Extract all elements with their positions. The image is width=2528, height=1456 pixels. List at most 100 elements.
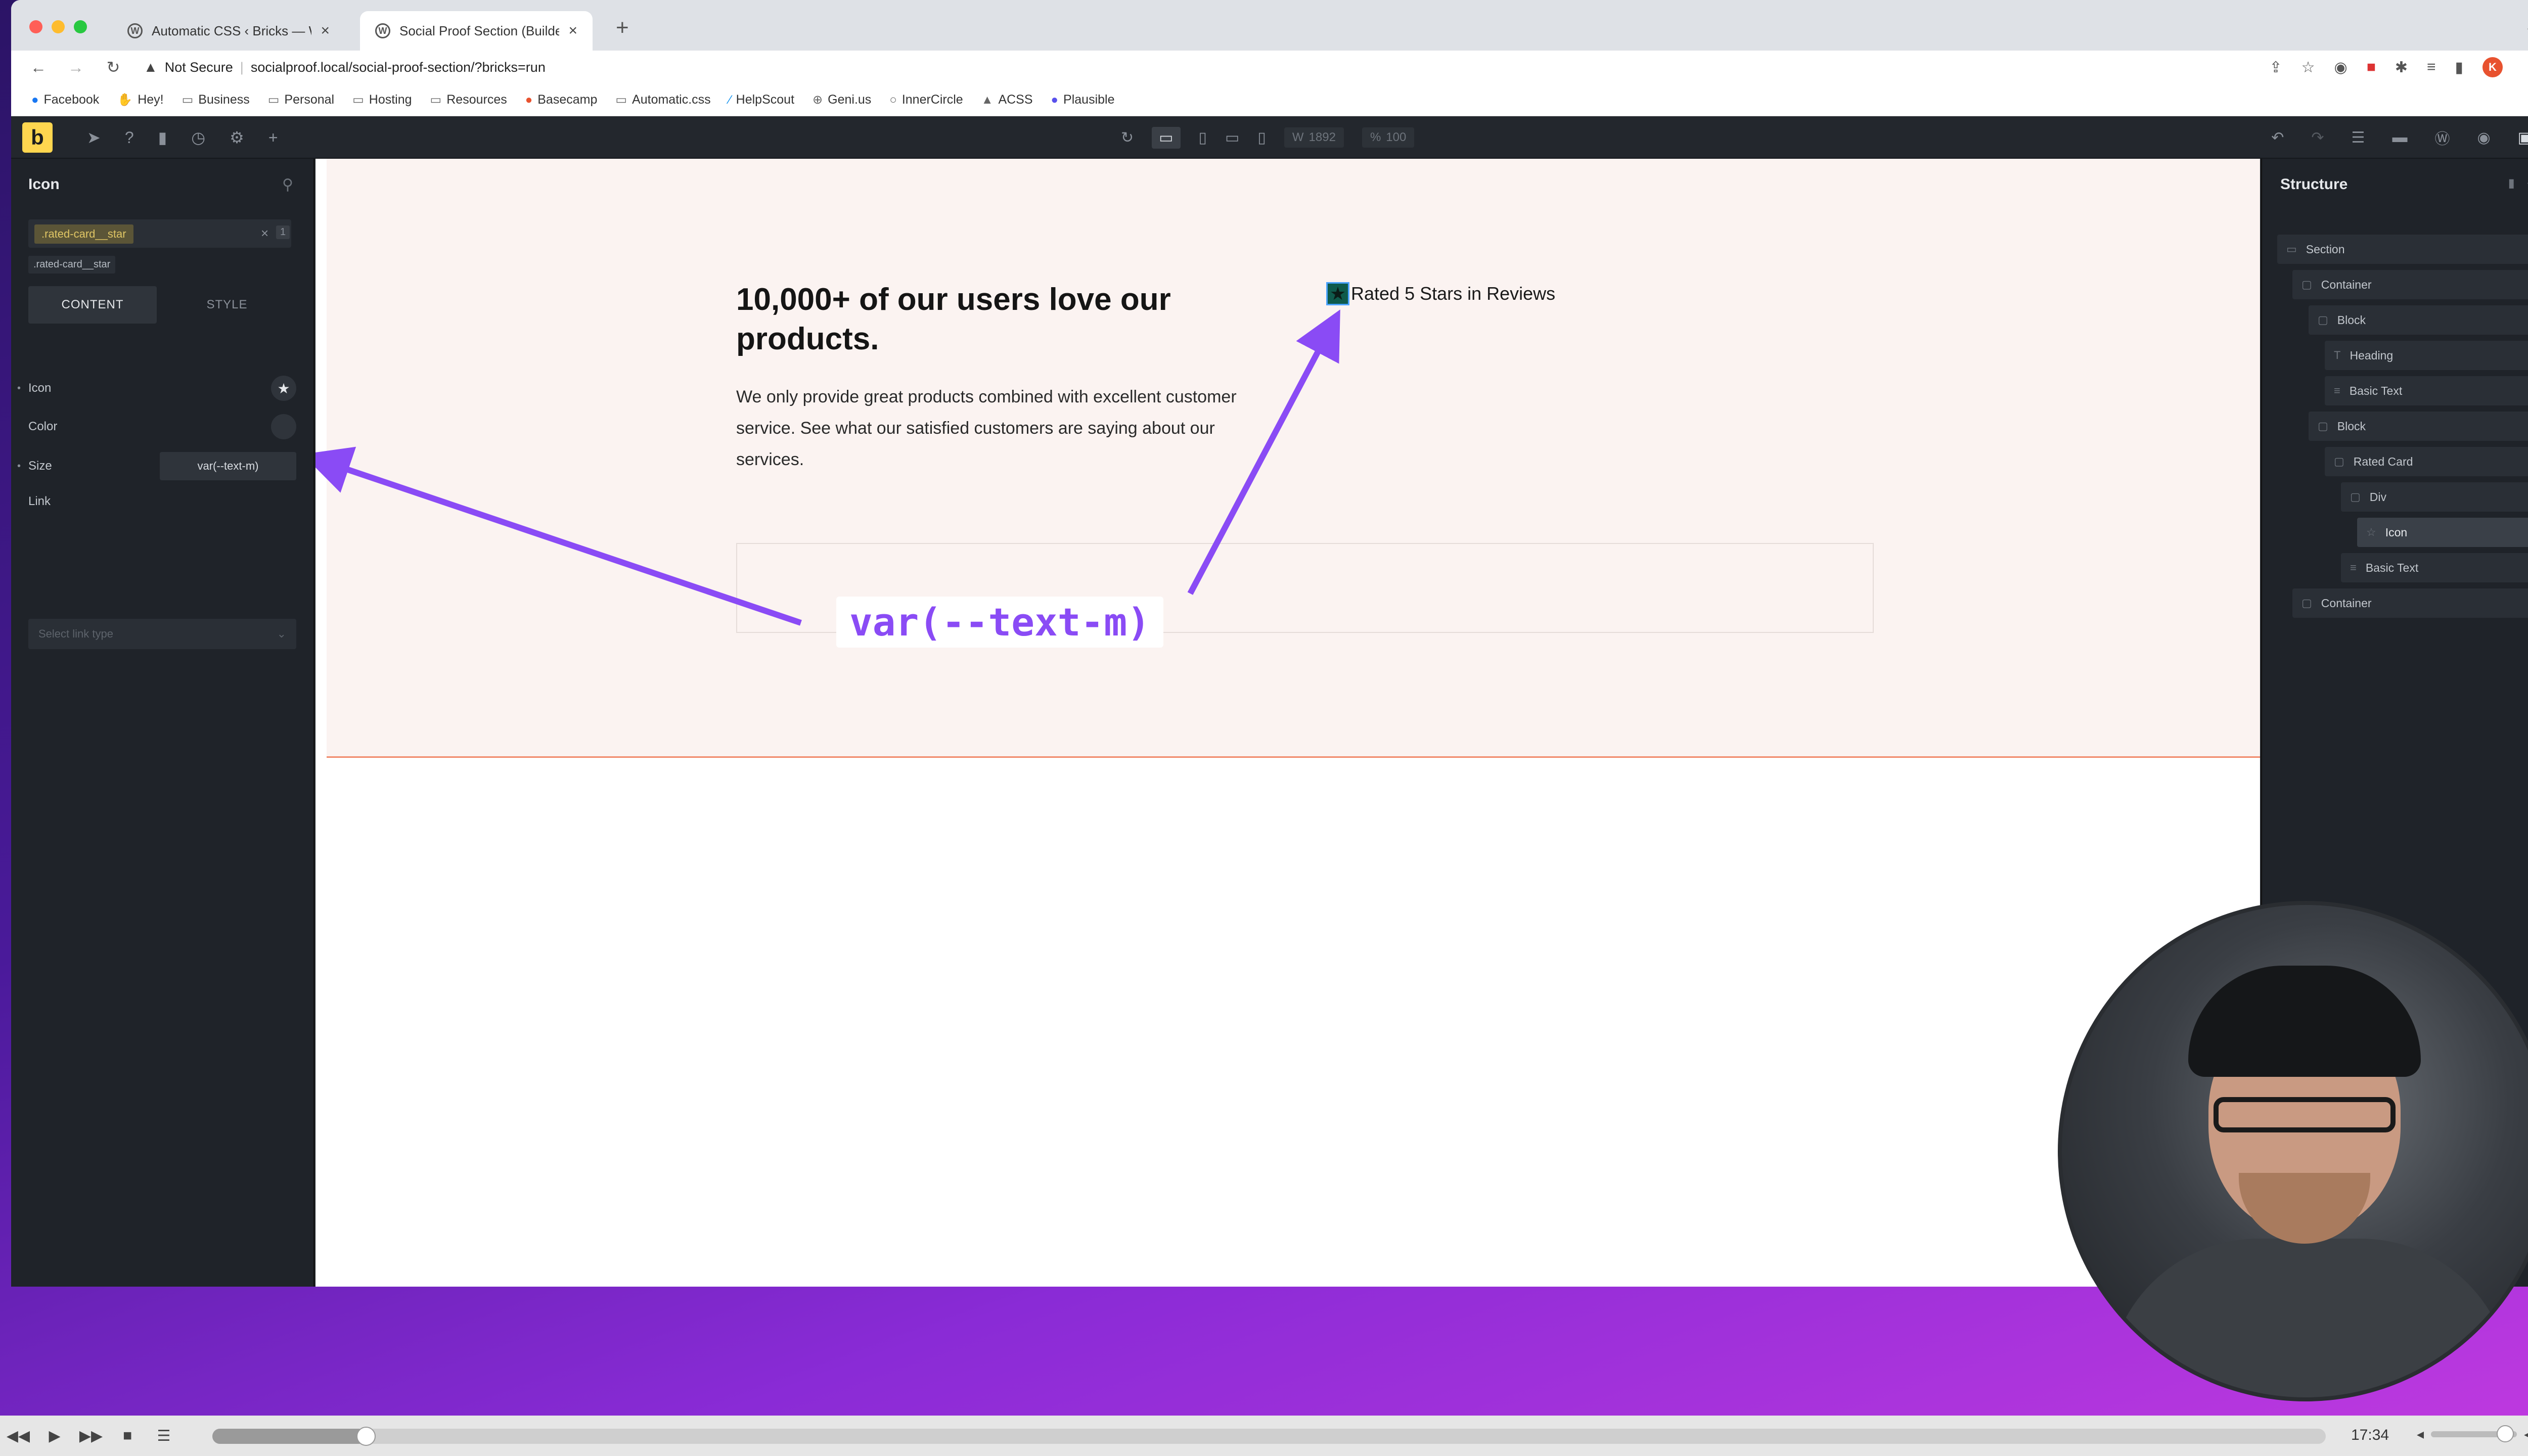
link-type-select[interactable]: Select link type ⌄ [28,619,296,649]
tree-node-section[interactable]: ▭ Section [2277,235,2528,264]
rewind-icon[interactable]: ◀◀ [0,1427,36,1445]
section-body-text[interactable]: We only provide great products combined … [736,381,1262,475]
tablet-portrait-icon[interactable]: ▯ [1199,129,1207,147]
tab-search-icon[interactable]: ⌄ [2524,18,2528,36]
structure-list-icon[interactable]: ☰ [2352,129,2365,147]
bookmark-helpscout[interactable]: ⁄ HelpScout [729,93,794,107]
back-icon[interactable]: ← [28,58,49,77]
bookmark-facebook[interactable]: ● Facebook [31,93,99,107]
mobile-icon[interactable]: ▯ [1257,129,1266,147]
bookmark-resources[interactable]: ▭ Resources [430,93,507,107]
tree-node-container[interactable]: ▢ Container [2292,588,2528,618]
tree-node-block[interactable]: ▢ Block [2309,305,2528,335]
close-tab-icon[interactable]: × [321,22,330,39]
volume-high-icon[interactable]: ◂) [2524,1426,2528,1442]
minimize-window-button[interactable] [52,20,65,33]
tree-node-rated-card[interactable]: ▢ Rated Card [2325,447,2528,476]
wordpress-icon[interactable]: Ⓦ [2434,126,2450,149]
rated-card[interactable]: ★ Rated 5 Stars in Reviews [1326,282,1555,305]
search-icon[interactable]: ⚲ [282,176,293,194]
help-icon[interactable]: ? [125,128,134,147]
puzzle-icon[interactable]: ✱ [2395,59,2408,76]
tablet-landscape-icon[interactable]: ▭ [1225,129,1239,147]
sidebar-icon[interactable]: ▮ [2455,59,2463,76]
preview-eye-icon[interactable]: ◉ [2477,129,2490,147]
reading-list-icon[interactable]: ≡ [2427,59,2436,76]
bookmark-hey[interactable]: ✋ Hey! [117,93,163,107]
extension-red-icon[interactable]: ■ [2367,59,2376,76]
bricks-logo[interactable]: b [22,122,53,153]
bookmark-genius[interactable]: ⊕ Geni.us [812,93,871,107]
forward-icon[interactable]: → [66,58,86,77]
bookmark-acss[interactable]: ▲ ACSS [981,93,1033,107]
tab-content[interactable]: CONTENT [28,286,157,324]
zoom-window-button[interactable] [74,20,87,33]
profile-avatar[interactable]: K [2482,57,2503,77]
volume-low-icon[interactable]: ◂ [2417,1426,2424,1442]
reload-icon[interactable]: ↻ [103,58,123,77]
bookmark-hosting[interactable]: ▭ Hosting [352,93,412,107]
rated-card-text[interactable]: Rated 5 Stars in Reviews [1351,283,1555,304]
bookmark-innercircle[interactable]: ○ InnerCircle [889,93,963,107]
close-tab-icon[interactable]: × [568,22,577,39]
tree-node-block[interactable]: ▢ Block [2309,412,2528,441]
class-selector-input[interactable]: .rated-card__star × 1 [28,219,291,248]
save-icon[interactable]: ▣ [2518,129,2528,147]
add-element-icon[interactable]: + [268,128,278,147]
bookmark-automatic-css[interactable]: ▭ Automatic.css [615,93,710,107]
remove-class-icon[interactable]: × [261,225,268,241]
size-input[interactable]: var(--text-m) [160,452,296,480]
div-icon: ▢ [2350,490,2361,503]
tree-node-container[interactable]: ▢ Container [2292,270,2528,299]
progress-knob[interactable] [356,1427,376,1446]
desktop-breakpoint-icon[interactable]: ▭ [1152,126,1181,149]
stop-icon[interactable]: ■ [109,1427,146,1444]
share-icon[interactable]: ⇪ [2269,59,2282,76]
tree-node-basic-text[interactable]: ≡ Basic Text [2325,376,2528,405]
redo-icon[interactable]: ↷ [2311,129,2324,147]
tree-node-div[interactable]: ▢ Div [2341,482,2528,512]
extension-icon[interactable]: ◉ [2334,59,2348,76]
bookmark-plausible[interactable]: ● Plausible [1051,93,1115,107]
volume-control: ◂ ◂) [2417,1425,2528,1442]
section-preview[interactable]: 10,000+ of our users love our products. … [327,159,2260,758]
fast-forward-icon[interactable]: ▶▶ [73,1427,109,1445]
bookmark-business[interactable]: ▭ Business [182,93,250,107]
tab-style[interactable]: STYLE [163,286,291,324]
undo-icon[interactable]: ↶ [2271,129,2284,147]
settings-gear-icon[interactable]: ⚙ [230,128,244,147]
star-icon-picker[interactable]: ★ [271,376,296,401]
rated-star-icon[interactable]: ★ [1326,282,1349,305]
width-input[interactable]: W 1892 [1284,127,1344,148]
volume-track[interactable] [2431,1425,2517,1442]
chapters-list-icon[interactable]: ☰ [146,1427,182,1445]
browser-tab-social-proof[interactable]: W Social Proof Section (Builder) × [360,11,593,51]
browser-tab-automatic-css[interactable]: W Automatic CSS ‹ Bricks — Wor × [112,11,345,51]
color-picker[interactable] [271,414,296,439]
url-field[interactable]: ▲ Not Secure | socialproof.local/social-… [144,59,546,75]
trash-icon[interactable]: ▮ [2508,176,2515,191]
class-tag[interactable]: .rated-card__star [28,256,116,274]
refresh-icon[interactable]: ↻ [1121,129,1134,147]
close-window-button[interactable] [29,20,42,33]
active-class-chip[interactable]: .rated-card__star [34,224,133,244]
bookmark-star-icon[interactable]: ☆ [2301,59,2315,76]
bookmark-personal[interactable]: ▭ Personal [268,93,334,107]
pages-icon[interactable]: ▮ [158,128,167,147]
tab-bar: W Automatic CSS ‹ Bricks — Wor × W Socia… [11,0,2528,51]
templates-folder-icon[interactable]: ▬ [2392,129,2407,146]
history-icon[interactable]: ◷ [191,128,205,147]
volume-knob[interactable] [2497,1425,2514,1442]
new-tab-icon[interactable]: + [616,15,629,40]
tree-node-basic-text[interactable]: ≡ Basic Text [2341,553,2528,582]
bookmark-basecamp[interactable]: ● Basecamp [525,93,598,107]
cursor-icon[interactable]: ➤ [87,128,101,147]
progress-track[interactable] [212,1427,2326,1446]
zoom-input[interactable]: % 100 [1362,127,1415,148]
menu-icon[interactable]: ⋮ [2522,59,2528,76]
tree-node-heading[interactable]: T Heading [2325,341,2528,370]
play-icon[interactable]: ▶ [36,1427,73,1445]
section-heading[interactable]: 10,000+ of our users love our products. [736,280,1191,359]
tree-node-icon[interactable]: ☆ Icon [2357,518,2528,547]
div-icon: ▢ [2334,455,2344,468]
